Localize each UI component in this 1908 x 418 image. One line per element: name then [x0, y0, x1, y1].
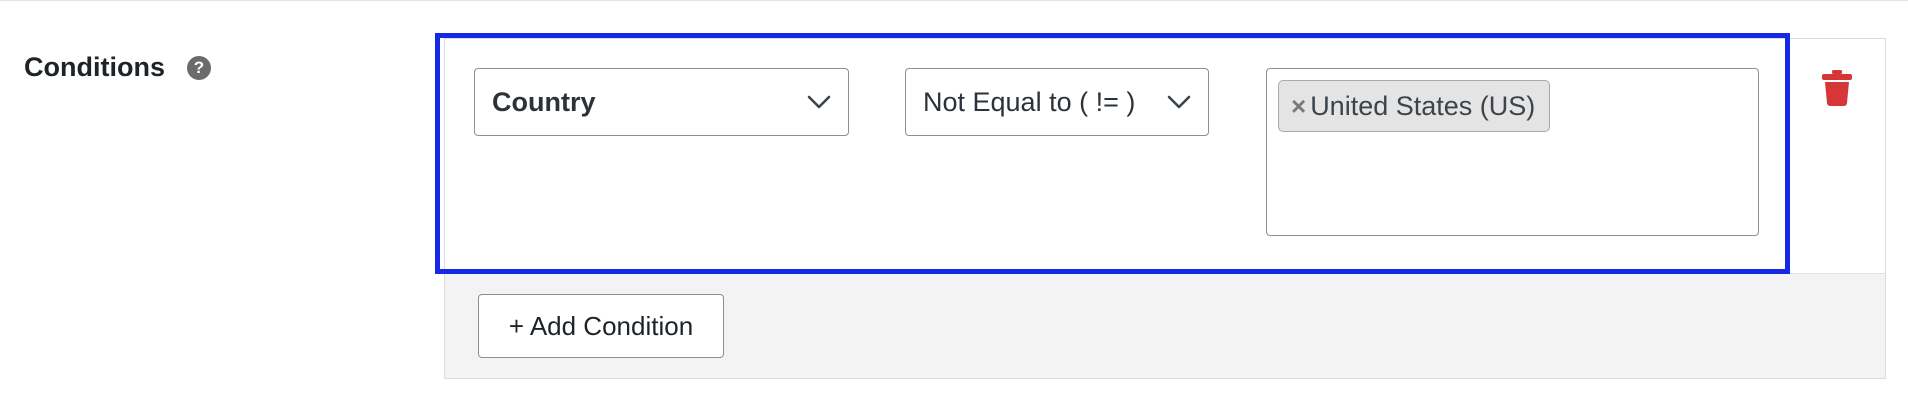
add-condition-button[interactable]: + Add Condition: [478, 294, 724, 358]
top-divider: [0, 0, 1908, 1]
condition-operator-select[interactable]: Not Equal to ( != ): [905, 68, 1209, 136]
add-condition-label: + Add Condition: [508, 310, 694, 341]
trash-icon[interactable]: [1822, 70, 1852, 106]
token-label: United States (US): [1310, 90, 1536, 121]
token-remove-icon[interactable]: ×: [1291, 93, 1306, 119]
condition-operator-value: Not Equal to ( != ): [923, 86, 1136, 117]
question-circle-icon[interactable]: ?: [186, 55, 211, 80]
conditions-label-group: Conditions ?: [24, 52, 211, 83]
condition-field-value: Country: [492, 86, 596, 117]
condition-value-multiselect[interactable]: × United States (US): [1266, 68, 1759, 236]
chevron-down-icon: [1167, 95, 1191, 109]
chevron-down-icon: [807, 95, 831, 109]
selected-value-token: × United States (US): [1278, 80, 1551, 132]
conditions-label: Conditions: [24, 52, 165, 82]
condition-field-select[interactable]: Country: [474, 68, 849, 136]
